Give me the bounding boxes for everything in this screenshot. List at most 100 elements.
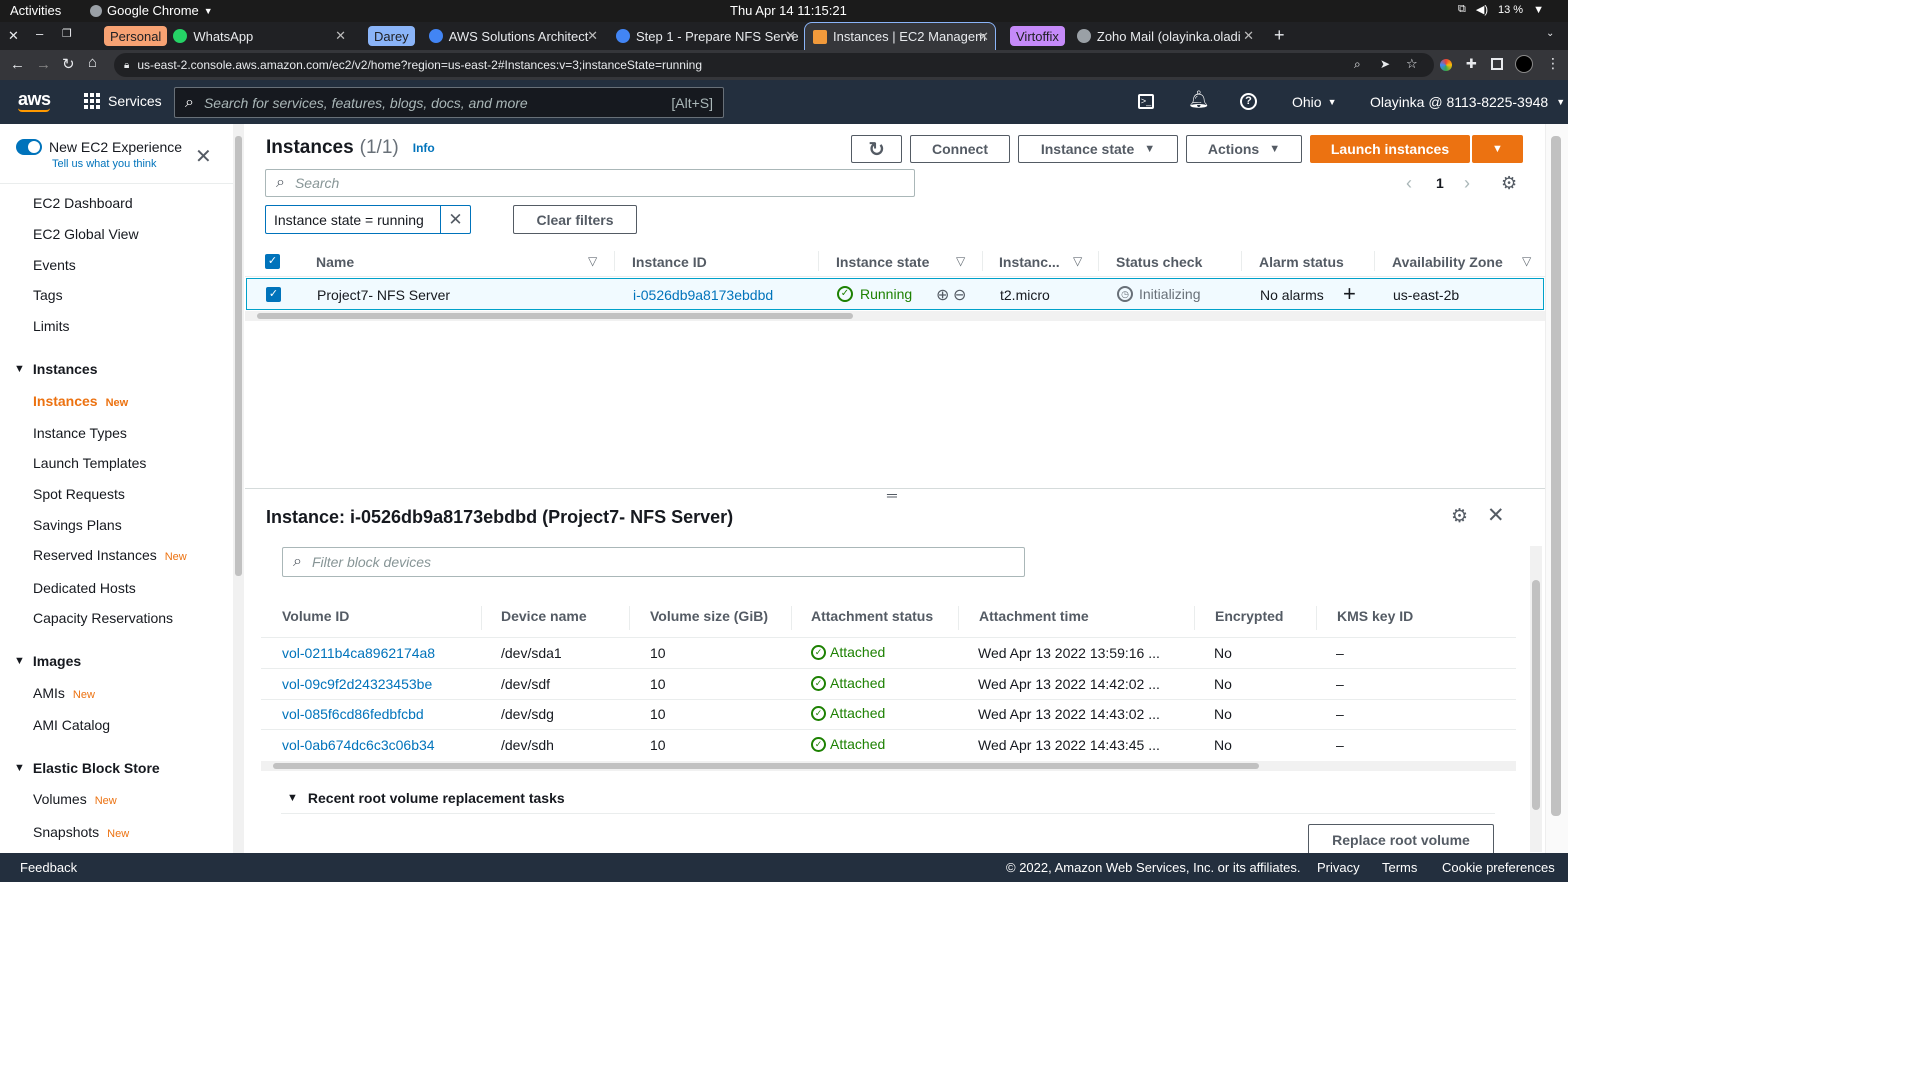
nav-events[interactable]: Events — [33, 257, 76, 273]
resize-handle-icon[interactable]: ═ — [887, 487, 897, 503]
sort-icon[interactable]: ▽ — [1073, 254, 1082, 268]
volume-id-link[interactable]: vol-085f6cd86fedbfcbd — [282, 706, 424, 722]
sort-icon[interactable]: ▽ — [1522, 254, 1531, 268]
scrollbar-thumb[interactable] — [273, 763, 1259, 769]
sort-icon[interactable]: ▽ — [588, 254, 597, 268]
tab-group-virtoffix[interactable]: Virtoffix — [1010, 26, 1065, 46]
reload-icon[interactable]: ↻ — [62, 55, 75, 73]
col-instance-id[interactable]: Instance ID — [632, 254, 707, 270]
nav-section-images[interactable]: ▼ Images — [14, 653, 81, 669]
new-tab-icon[interactable]: + — [1274, 25, 1285, 46]
extensions-puzzle-icon[interactable]: ✚ — [1466, 56, 1477, 72]
profile-avatar[interactable] — [1515, 55, 1533, 73]
account-menu[interactable]: Olayinka @ 8113-8225-3948 ▼ — [1370, 94, 1565, 110]
table-row[interactable]: vol-0211b4ca8962174a8 /dev/sda1 10 ✓ Atta… — [261, 639, 1516, 669]
feedback-link[interactable]: Feedback — [20, 860, 77, 875]
table-hscrollbar[interactable] — [245, 311, 1545, 321]
col-volume-id[interactable]: Volume ID — [282, 608, 349, 624]
instance-id-link[interactable]: i-0526db9a8173ebdbd — [633, 287, 773, 303]
actions-button[interactable]: Actions ▼ — [1186, 135, 1302, 163]
nav-section-instances[interactable]: ▼ Instances — [14, 361, 97, 377]
launch-instances-button[interactable]: Launch instances — [1310, 135, 1470, 163]
region-selector[interactable]: Ohio ▼ — [1292, 94, 1337, 110]
volume-id-link[interactable]: vol-09c9f2d24323453be — [282, 676, 432, 692]
home-icon[interactable]: ⌂ — [88, 54, 97, 71]
launch-dropdown-button[interactable]: ▼ — [1472, 135, 1523, 163]
nav-reserved-instances[interactable]: Reserved Instances New — [33, 547, 187, 563]
aws-logo[interactable]: aws — [18, 89, 51, 110]
system-tray[interactable]: ⧉ ◀) 13 % ▼ — [1458, 3, 1544, 16]
remove-filter-icon[interactable]: ✕ — [440, 206, 470, 233]
send-icon[interactable]: ➤ — [1380, 57, 1390, 71]
block-device-filter-input[interactable]: ⌕ Filter block devices — [282, 547, 1025, 577]
page-scrollbar[interactable] — [1545, 124, 1568, 853]
col-kms-key-id[interactable]: KMS key ID — [1337, 608, 1413, 624]
info-link[interactable]: Info — [413, 141, 435, 155]
close-window-icon[interactable]: ✕ — [8, 28, 19, 44]
nav-spot-requests[interactable]: Spot Requests — [33, 486, 125, 502]
nav-snapshots[interactable]: Snapshots New — [33, 824, 129, 840]
nav-dedicated-hosts[interactable]: Dedicated Hosts — [33, 580, 136, 596]
close-tab-icon[interactable]: ✕ — [1243, 28, 1254, 44]
table-row[interactable]: vol-09c9f2d24323453be /dev/sdf 10 ✓ Attac… — [261, 670, 1516, 700]
col-volume-size[interactable]: Volume size (GiB) — [650, 608, 768, 624]
scrollbar-thumb[interactable] — [1551, 136, 1561, 816]
minimize-icon[interactable]: – — [36, 26, 43, 41]
nav-ami-catalog[interactable]: AMI Catalog — [33, 717, 110, 733]
nav-launch-templates[interactable]: Launch Templates — [33, 455, 146, 471]
next-page-icon[interactable]: › — [1464, 173, 1470, 194]
volume-id-link[interactable]: vol-0211b4ca8962174a8 — [282, 645, 435, 661]
nav-savings-plans[interactable]: Savings Plans — [33, 517, 122, 533]
tab-zoho-mail[interactable]: Virtoffix Zoho Mail (olayinka.oladi ✕ — [1002, 22, 1260, 50]
block-devices-hscrollbar[interactable] — [261, 761, 1516, 771]
scrollbar-thumb[interactable] — [235, 136, 242, 576]
scrollbar-thumb[interactable] — [1532, 580, 1540, 810]
col-instance-state[interactable]: Instance state — [836, 254, 929, 270]
tab-group-personal[interactable]: Personal — [104, 26, 168, 46]
prev-page-icon[interactable]: ‹ — [1406, 173, 1412, 194]
col-attachment-status[interactable]: Attachment status — [811, 608, 933, 624]
tab-aws-solutions-architect[interactable]: Darey AWS Solutions Architect ✕ — [360, 22, 604, 50]
col-device-name[interactable]: Device name — [501, 608, 587, 624]
close-panel-icon[interactable]: ✕ — [1487, 503, 1505, 528]
nav-tags[interactable]: Tags — [33, 287, 63, 303]
page-number[interactable]: 1 — [1436, 175, 1444, 191]
col-encrypted[interactable]: Encrypted — [1215, 608, 1283, 624]
nav-amis[interactable]: AMIs New — [33, 685, 95, 701]
tab-ec2-instances-active[interactable]: Instances | EC2 Managem ✕ — [804, 22, 996, 50]
recent-tasks-expander[interactable]: ▼ Recent root volume replacement tasks — [287, 790, 565, 806]
close-tab-icon[interactable]: ✕ — [978, 29, 989, 45]
new-experience-toggle[interactable] — [16, 139, 42, 155]
tab-whatsapp[interactable]: Personal WhatsApp ✕ — [96, 22, 352, 50]
bookmark-star-icon[interactable]: ☆ — [1406, 56, 1418, 72]
nav-instance-types[interactable]: Instance Types — [33, 425, 127, 441]
address-bar[interactable]: 🔒︎ us-east-2.console.aws.amazon.com/ec2/… — [114, 53, 1434, 77]
clock[interactable]: Thu Apr 14 11:15:21 — [730, 3, 847, 18]
preferences-gear-icon[interactable]: ⚙ — [1451, 505, 1468, 528]
col-name[interactable]: Name — [316, 254, 354, 270]
cookie-preferences-link[interactable]: Cookie preferences — [1442, 860, 1555, 875]
extension-color-icon[interactable] — [1440, 59, 1452, 71]
instance-state-button[interactable]: Instance state ▼ — [1018, 135, 1178, 163]
add-alarm-icon[interactable]: + — [1343, 281, 1356, 307]
zoom-out-icon[interactable]: ⊖ — [953, 285, 966, 305]
close-tab-icon[interactable]: ✕ — [785, 28, 796, 44]
replace-root-volume-button[interactable]: Replace root volume — [1308, 824, 1494, 854]
privacy-link[interactable]: Privacy — [1317, 860, 1360, 875]
nav-instances-active[interactable]: Instances New — [33, 393, 128, 409]
help-icon[interactable]: ? — [1240, 93, 1257, 110]
col-instance-type[interactable]: Instanc... — [999, 254, 1060, 270]
volume-id-link[interactable]: vol-0ab674dc6c3c06b34 — [282, 737, 435, 753]
notifications-bell-icon[interactable]: 🔔︎ — [1188, 90, 1210, 110]
tab-step-1[interactable]: Step 1 - Prepare NFS Serve ✕ — [608, 22, 802, 50]
sidebar-scrollbar[interactable] — [233, 124, 244, 853]
sort-icon[interactable]: ▽ — [956, 254, 965, 268]
unified-search-input[interactable]: ⌕ Search for services, features, blogs, … — [174, 87, 724, 118]
col-attachment-time[interactable]: Attachment time — [979, 608, 1089, 624]
back-icon[interactable]: ← — [10, 56, 25, 73]
scrollbar-thumb[interactable] — [257, 313, 853, 319]
refresh-button[interactable]: ↻ — [851, 135, 902, 163]
feedback-link[interactable]: Tell us what you think — [52, 158, 157, 170]
restore-icon[interactable]: ❐ — [62, 27, 72, 40]
close-sidebar-icon[interactable]: ✕ — [195, 144, 212, 169]
